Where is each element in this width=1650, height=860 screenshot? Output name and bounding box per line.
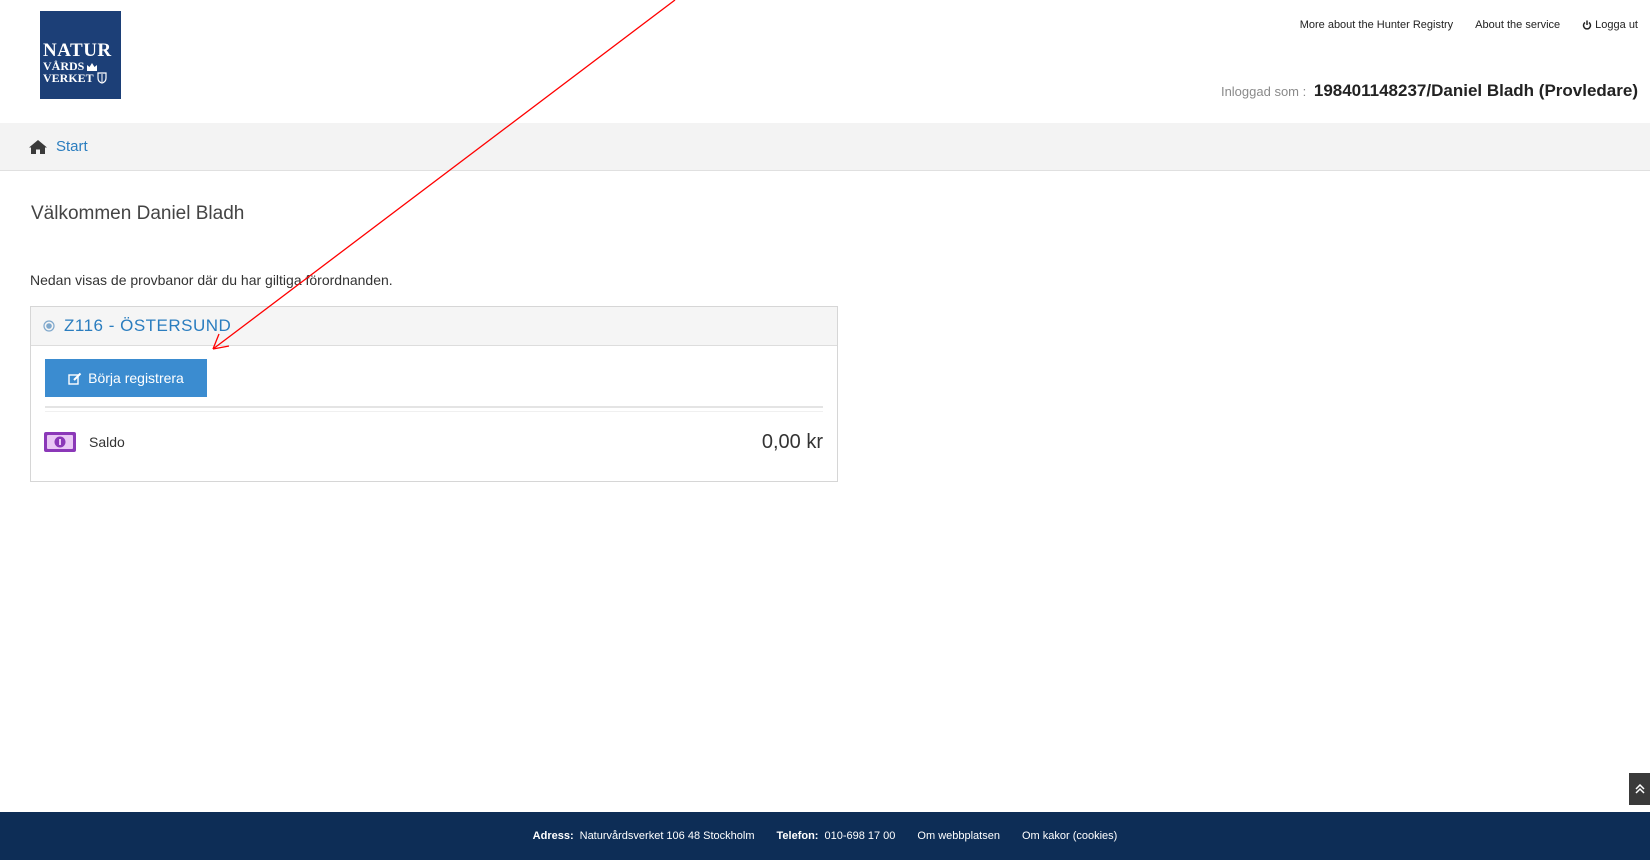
footer-about-site-link[interactable]: Om webbplatsen <box>917 830 1000 842</box>
home-icon[interactable] <box>28 139 48 155</box>
double-chevron-up-icon <box>1634 784 1645 794</box>
saldo-label: Saldo <box>89 434 125 450</box>
logout-link[interactable]: Logga ut <box>1582 19 1638 31</box>
intro-text: Nedan visas de provbanor där du har gilt… <box>30 272 393 288</box>
breadcrumb-start[interactable]: Start <box>56 138 88 155</box>
range-title: Z116 - ÖSTERSUND <box>64 316 232 335</box>
footer-address: Naturvårdsverket 106 48 Stockholm <box>579 830 755 842</box>
range-panel: Z116 - ÖSTERSUND Börja registrera Saldo … <box>30 306 838 482</box>
footer-phone: 010-698 17 00 <box>824 830 896 842</box>
footer-cookies-link[interactable]: Om kakor (cookies) <box>1022 830 1117 842</box>
crown-icon <box>87 62 98 71</box>
saldo-value: 0,00 kr <box>761 430 823 453</box>
more-about-link[interactable]: More about the Hunter Registry <box>1300 19 1453 31</box>
power-icon <box>1582 20 1592 30</box>
logged-in-prefix: Inloggad som : <box>1220 84 1307 99</box>
start-registration-label: Börja registrera <box>88 370 184 386</box>
range-panel-header[interactable]: Z116 - ÖSTERSUND <box>31 307 837 346</box>
footer-phone-label: Telefon: <box>776 830 819 842</box>
naturvardsverket-logo[interactable]: NATUR VÅRDS VERKET <box>40 11 121 99</box>
scroll-to-top-button[interactable] <box>1629 773 1650 805</box>
logout-label: Logga ut <box>1595 19 1638 31</box>
breadcrumb: Start <box>0 123 1650 171</box>
start-registration-button[interactable]: Börja registrera <box>45 359 207 397</box>
logged-in-user: 198401148237/Daniel Bladh (Provledare) <box>1313 81 1638 100</box>
edit-icon <box>68 372 82 385</box>
logo-line3: VERKET <box>43 71 94 85</box>
radio-dot-icon <box>43 320 55 332</box>
top-navigation: More about the Hunter Registry About the… <box>1300 19 1638 31</box>
footer-address-label: Adress: <box>532 830 574 842</box>
logo-line1: NATUR <box>43 40 112 61</box>
shield-icon <box>97 72 107 84</box>
logged-in-info: Inloggad som : 198401148237/Daniel Bladh… <box>1221 81 1638 101</box>
money-icon <box>44 432 76 452</box>
saldo-row: Saldo 0,00 kr <box>43 425 823 459</box>
divider <box>45 406 823 412</box>
about-service-link[interactable]: About the service <box>1475 19 1560 31</box>
welcome-heading: Välkommen Daniel Bladh <box>31 203 245 224</box>
footer: Adress: Naturvårdsverket 106 48 Stockhol… <box>0 812 1650 860</box>
